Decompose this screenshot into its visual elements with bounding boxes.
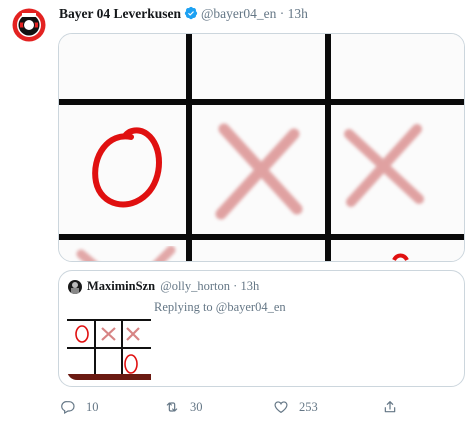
author-handle[interactable]: @bayer04_en [201,6,276,21]
separator-dot: · [233,279,238,293]
tweet-image[interactable] [58,33,465,262]
quoted-tweet[interactable]: MaximinSzn @olly_horton · 13h Replying t… [58,270,465,387]
tweet-header: Bayer 04 Leverkusen @bayer04_en · 13h [59,6,308,22]
quoted-author-handle[interactable]: @olly_horton [160,279,230,293]
tweet[interactable]: Bayer 04 Leverkusen @bayer04_en · 13h Ma… [0,0,474,421]
quoted-header: MaximinSzn @olly_horton · 13h [87,279,259,294]
verified-badge-icon [184,6,198,20]
share-icon [384,401,396,413]
author-name[interactable]: Bayer 04 Leverkusen [59,6,181,21]
bayer-leverkusen-logo [12,8,46,42]
retweet-count: 30 [190,399,203,414]
like-button[interactable]: 253 [273,398,318,416]
reply-icon [61,401,75,415]
tweet-actions: 10 30 253 [58,398,465,416]
quoted-image[interactable] [67,300,151,380]
avatar[interactable] [12,8,46,42]
quoted-author-name[interactable]: MaximinSzn [87,279,155,293]
like-count: 253 [299,399,318,414]
share-button[interactable] [382,398,408,416]
tic-tac-toe-image [59,34,464,261]
reply-count: 10 [86,399,99,414]
retweet-button[interactable]: 30 [164,398,203,416]
replying-to: Replying to @bayer04_en [154,300,286,314]
retweet-icon [166,402,178,412]
reply-button[interactable]: 10 [60,398,99,416]
timestamp[interactable]: 13h [288,6,308,21]
separator-dot: · [279,6,285,21]
quoted-timestamp[interactable]: 13h [240,279,259,293]
quoted-avatar[interactable] [68,280,82,294]
heart-icon [274,401,288,414]
